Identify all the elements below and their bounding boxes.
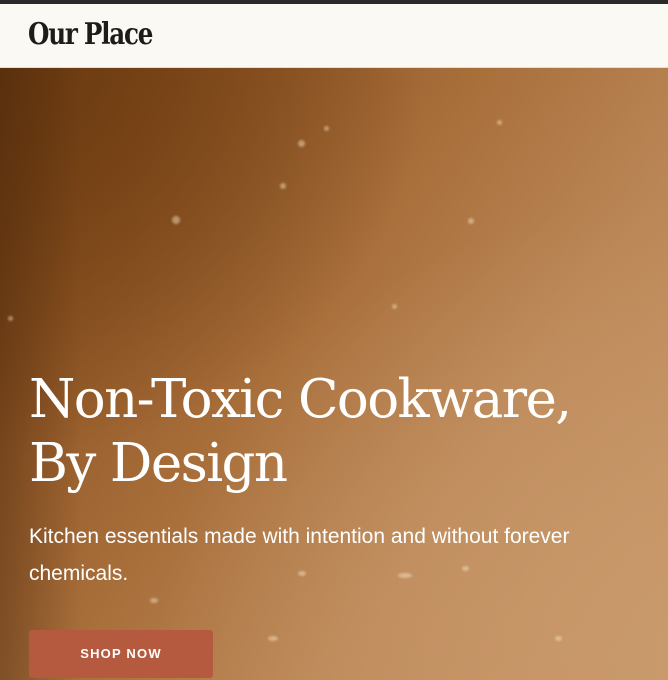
hero-bokeh [298, 140, 305, 147]
hero-title-line-2: By Design [29, 433, 288, 494]
hero-bokeh [280, 183, 286, 189]
site-header: Our Place [0, 4, 668, 68]
logo[interactable]: Our Place [28, 17, 153, 52]
hero-bokeh [268, 636, 278, 641]
hero-bokeh [555, 636, 562, 641]
shop-now-button[interactable]: SHOP NOW [29, 630, 213, 678]
hero-bokeh [8, 316, 13, 321]
hero-bokeh [392, 304, 397, 309]
hero-title-line-1: Non-Toxic Cookware, [29, 369, 572, 430]
hero-bokeh [324, 126, 329, 131]
hero-bokeh [497, 120, 502, 125]
hero-bokeh [468, 218, 474, 224]
hero-banner: Non-Toxic Cookware, By Design Kitchen es… [0, 68, 668, 680]
hero-bokeh [172, 216, 180, 224]
hero-subtitle: Kitchen essentials made with intention a… [29, 525, 570, 585]
hero-title: Non-Toxic Cookware, By Design [29, 368, 668, 496]
hero-bokeh [150, 598, 158, 603]
